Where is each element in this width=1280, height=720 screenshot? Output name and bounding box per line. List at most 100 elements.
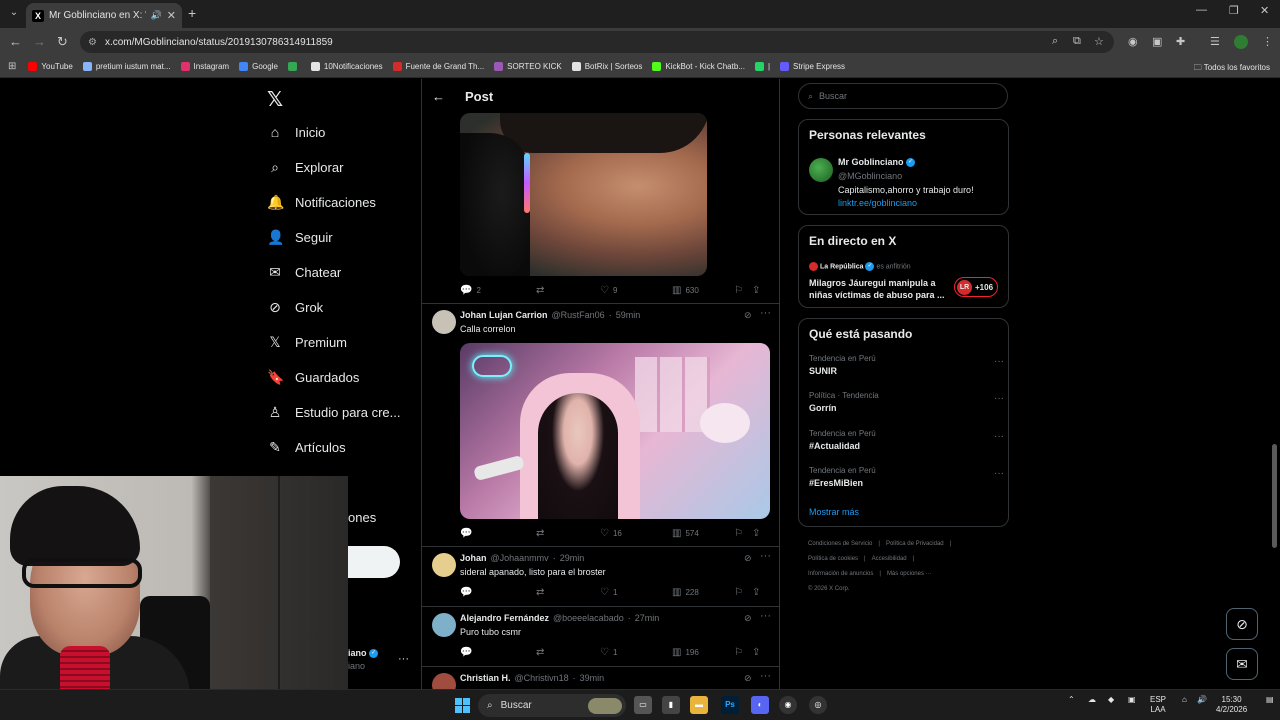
nav-item-chatear[interactable]: ✉ Chatear <box>267 264 341 281</box>
footer-link[interactable]: Información de anuncios <box>808 571 873 577</box>
reply-author-name[interactable]: Johan Lujan Carrion <box>460 310 548 320</box>
reading-list-icon[interactable]: ☰ <box>1210 35 1220 48</box>
taskbar-search[interactable]: ⌕ Buscar <box>478 694 626 717</box>
nav-item-grok[interactable]: ⊘ Grok <box>267 299 323 316</box>
tray-chevron-icon[interactable]: ⌃ <box>1068 695 1075 705</box>
reply-button[interactable]: 💬 <box>460 587 536 598</box>
avatar[interactable] <box>432 553 456 577</box>
tab-search-button[interactable]: ⌄ <box>6 5 22 21</box>
notifications-icon[interactable]: ▤ <box>1266 695 1274 705</box>
new-tab-button[interactable]: + <box>188 5 196 21</box>
task-view-icon[interactable]: ▭ <box>634 696 652 714</box>
views-button[interactable]: ▥ 630 <box>672 285 734 296</box>
clock[interactable]: 15:30 4/2/2026 <box>1216 695 1247 715</box>
bookmark-button[interactable]: ⚐ <box>734 285 752 296</box>
reply-tweet[interactable]: Alejandro Fernández @boeeelacabado · 27min P… <box>422 607 779 647</box>
more-options-icon[interactable]: ··· <box>760 550 771 562</box>
reply-time[interactable]: 39min <box>580 673 605 683</box>
close-window-icon[interactable]: ✕ <box>1260 4 1269 17</box>
file-explorer-icon[interactable]: ▬ <box>690 696 708 714</box>
trend-more-icon[interactable]: ··· <box>994 431 1004 442</box>
more-options-icon[interactable]: ··· <box>760 670 771 682</box>
like-button[interactable]: ♡ 1 <box>600 647 672 658</box>
scrollbar[interactable] <box>1272 444 1277 548</box>
nav-item-estudio-para-cre[interactable]: ♙ Estudio para cre... <box>267 404 401 421</box>
bookmark-item[interactable] <box>287 62 301 71</box>
grok-fab-icon[interactable]: ⊘ <box>1226 608 1258 640</box>
bookmark-item[interactable]: YouTube <box>28 62 73 71</box>
reload-icon[interactable]: ↻ <box>57 34 68 50</box>
views-button[interactable]: ▥ 574 <box>672 528 734 539</box>
bookmark-button[interactable]: ⚐ <box>734 587 752 598</box>
footer-link[interactable]: Política de cookies <box>808 556 858 562</box>
views-button[interactable]: ▥ 196 <box>672 647 734 658</box>
reply-tweet[interactable]: Johan @Johaanmmv · 29min sideral apanado, li… <box>422 547 779 587</box>
more-options-icon[interactable]: ··· <box>760 610 771 622</box>
reply-image[interactable] <box>460 343 770 519</box>
trend-item[interactable]: Tendencia en Perú SUNIR ··· <box>809 354 1004 376</box>
browser-menu-icon[interactable]: ⋮ <box>1262 35 1273 48</box>
nav-item-inicio[interactable]: ⌂ Inicio <box>267 124 326 140</box>
grok-explain-icon[interactable]: ⊘ <box>744 553 752 564</box>
avatar[interactable] <box>432 310 456 334</box>
grok-explain-icon[interactable]: ⊘ <box>744 613 752 624</box>
bookmark-star-icon[interactable]: ☆ <box>1094 35 1104 48</box>
bookmark-item[interactable]: BotRix | Sorteos <box>571 62 642 71</box>
nav-item-artículos[interactable]: ✎ Artículos <box>267 439 345 456</box>
app-icon[interactable]: ▮ <box>662 696 680 714</box>
grok-explain-icon[interactable]: ⊘ <box>744 310 752 321</box>
address-bar[interactable]: ⚙ x.com/MGoblinciano/status/201913078631… <box>80 31 1114 53</box>
language-indicator[interactable]: ESP LAA <box>1150 695 1166 715</box>
reply-handle[interactable]: @RustFan06 <box>552 310 605 320</box>
trend-more-icon[interactable]: ··· <box>994 393 1004 404</box>
nav-item-notificaciones[interactable]: 🔔 Notificaciones <box>267 194 376 211</box>
nav-item-premium[interactable]: 𝕏 Premium <box>267 334 347 351</box>
reply-handle[interactable]: @Johaanmmv <box>491 553 549 563</box>
reply-button[interactable]: 💬 <box>460 647 536 658</box>
bookmark-item[interactable]: KickBot - Kick Chatb... <box>652 62 745 71</box>
footer-link[interactable]: Condiciones de Servicio <box>808 541 872 547</box>
bookmark-item[interactable]: SORTEO KICK <box>494 62 562 71</box>
messages-fab-icon[interactable]: ✉ <box>1226 648 1258 680</box>
account-name-partial[interactable]: iano ✓ <box>348 648 379 659</box>
close-tab-icon[interactable]: ✕ <box>167 9 176 22</box>
forward-icon[interactable]: → <box>33 34 46 49</box>
zoom-icon[interactable]: ⌕ <box>1052 35 1058 48</box>
live-card[interactable]: En directo en X La República ✓ es anfitr… <box>798 225 1009 308</box>
bookmark-item[interactable]: | <box>754 62 770 71</box>
nav-more-partial[interactable]: ones <box>348 510 376 525</box>
relevant-name-row[interactable]: Mr Goblinciano ✓ <box>838 157 916 168</box>
reply-time[interactable]: 59min <box>616 310 641 320</box>
volume-icon[interactable]: 🔊 <box>1197 695 1207 705</box>
bookmark-button[interactable]: ⚐ <box>734 647 752 658</box>
windows-start-icon[interactable] <box>455 698 470 713</box>
repost-button[interactable]: ⇄ <box>536 587 600 598</box>
install-app-icon[interactable]: ⧉ <box>1073 35 1081 48</box>
share-button[interactable]: ⇪ <box>752 647 760 658</box>
extension-icon-2[interactable]: ▣ <box>1152 35 1162 48</box>
trend-item[interactable]: Tendencia en Perú #EresMiBien ··· <box>809 466 1004 488</box>
like-button[interactable]: ♡ 9 <box>600 285 672 296</box>
app-icon-2[interactable]: ◎ <box>809 696 827 714</box>
network-icon[interactable]: ⌂ <box>1182 695 1187 705</box>
reply-time[interactable]: 27min <box>635 613 660 623</box>
back-arrow-icon[interactable]: ← <box>432 89 445 104</box>
reply-button[interactable]: 💬 2 <box>460 285 536 296</box>
bookmark-item[interactable]: Instagram <box>180 62 229 71</box>
post-button-partial[interactable] <box>348 546 400 578</box>
x-logo-icon[interactable]: 𝕏 <box>267 87 283 112</box>
tray-icon[interactable]: ☁ <box>1088 695 1096 705</box>
reply-tweet[interactable]: Johan Lujan Carrion @RustFan06 · 59min Calla… <box>422 304 779 344</box>
speaker-icon[interactable]: 🔊 <box>151 10 162 21</box>
reply-author-name[interactable]: Johan <box>460 553 487 563</box>
share-button[interactable]: ⇪ <box>752 528 760 539</box>
browser-tab[interactable]: X Mr Goblinciano en X: "Yo te 🔊 ✕ <box>26 3 182 28</box>
avatar[interactable] <box>432 673 456 689</box>
show-more-link[interactable]: Mostrar más <box>809 507 859 517</box>
bookmark-item[interactable]: Fuente de Grand Th... <box>392 62 484 71</box>
bookmark-button[interactable]: ⚐ <box>734 528 752 539</box>
avatar[interactable] <box>432 613 456 637</box>
reply-time[interactable]: 29min <box>560 553 585 563</box>
share-button[interactable]: ⇪ <box>752 587 760 598</box>
bookmark-item[interactable]: Stripe Express <box>780 62 845 71</box>
